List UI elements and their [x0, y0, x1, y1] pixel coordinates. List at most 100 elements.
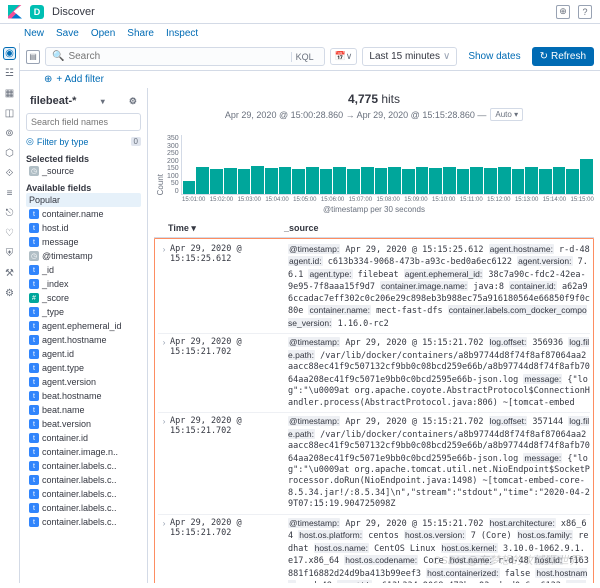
expand-icon[interactable]: ›	[158, 518, 170, 583]
help-icon[interactable]: ?	[578, 5, 592, 19]
field-item[interactable]: tcontainer.labels.c..	[26, 501, 141, 515]
metrics-icon[interactable]: ⟐	[3, 167, 16, 180]
chart-bar[interactable]	[238, 169, 251, 194]
field-item[interactable]: tagent.hostname	[26, 333, 141, 347]
kibana-logo[interactable]	[8, 5, 22, 19]
field-item[interactable]: ◷@timestamp	[26, 249, 141, 263]
expand-icon[interactable]: ›	[158, 337, 170, 409]
discover-icon[interactable]: ◉	[3, 47, 16, 60]
new-button[interactable]: New	[24, 28, 44, 39]
field-item[interactable]: tbeat.version	[26, 417, 141, 431]
field-item[interactable]: tagent.type	[26, 361, 141, 375]
kql-toggle[interactable]: KQL	[291, 52, 318, 62]
chart-bar[interactable]	[498, 167, 511, 194]
chart-bar[interactable]	[539, 169, 552, 194]
query-bar[interactable]: 🔍 KQL	[45, 47, 325, 66]
share-button[interactable]: Share	[127, 28, 154, 39]
newsfeed-icon[interactable]: ⊕	[556, 5, 570, 19]
field-item[interactable]: tcontainer.labels.c..	[26, 473, 141, 487]
field-item[interactable]: tagent.ephemeral_id	[26, 319, 141, 333]
siem-icon[interactable]: ⛨	[3, 247, 16, 260]
chart-bar[interactable]	[196, 167, 209, 194]
chart-bar[interactable]	[361, 167, 374, 194]
field-item[interactable]: tbeat.name	[26, 403, 141, 417]
chart-bar[interactable]	[306, 167, 319, 194]
apm-icon[interactable]: ⎋	[3, 207, 16, 220]
filter-icon: ⊕	[44, 74, 52, 85]
chart-bar[interactable]	[429, 168, 442, 194]
field-item[interactable]: ◷_source	[26, 164, 141, 178]
chart-bar[interactable]	[470, 167, 483, 194]
gear-icon[interactable]: ⚙	[129, 96, 137, 107]
show-dates-button[interactable]: Show dates	[462, 51, 526, 62]
field-item[interactable]: t_index	[26, 277, 141, 291]
field-item[interactable]: tcontainer.name	[26, 207, 141, 221]
field-item[interactable]: tcontainer.labels.c..	[26, 459, 141, 473]
expand-icon[interactable]: ›	[158, 244, 170, 330]
y-axis-label: Count	[154, 174, 167, 195]
refresh-button[interactable]: ↻ Refresh	[532, 47, 594, 66]
chart-bar[interactable]	[512, 169, 525, 194]
index-pattern-select[interactable]: filebeat-*▾⚙	[26, 92, 141, 110]
chart-bar[interactable]	[375, 168, 388, 194]
chart-bar[interactable]	[553, 167, 566, 194]
action-menu: New Save Open Share Inspect	[0, 24, 600, 43]
search-input[interactable]	[68, 51, 286, 62]
chart-bar[interactable]	[388, 167, 401, 194]
chart-bar[interactable]	[279, 167, 292, 194]
field-item[interactable]: tcontainer.id	[26, 431, 141, 445]
chart-bar[interactable]	[320, 169, 333, 194]
chart-bar[interactable]	[416, 167, 429, 194]
logs-icon[interactable]: ≡	[3, 187, 16, 200]
field-item[interactable]: tmessage	[26, 235, 141, 249]
dashboard-icon[interactable]: ▦	[3, 87, 16, 100]
chart-bar[interactable]	[183, 181, 196, 194]
sort-icon[interactable]: ▾	[191, 223, 196, 233]
chart-bar[interactable]	[402, 169, 415, 194]
chart-bar[interactable]	[443, 167, 456, 194]
visualize-icon[interactable]: ☳	[3, 67, 16, 80]
field-item[interactable]: tcontainer.image.n..	[26, 445, 141, 459]
field-item[interactable]: t_type	[26, 305, 141, 319]
field-search-input[interactable]	[26, 113, 141, 131]
add-filter-button[interactable]: + Add filter	[56, 74, 104, 85]
table-header: Time ▾ _source	[154, 220, 594, 238]
field-item[interactable]: tbeat.hostname	[26, 389, 141, 403]
breadcrumb[interactable]: Discover	[52, 6, 95, 18]
field-item[interactable]: tcontainer.labels.c..	[26, 487, 141, 501]
interval-select[interactable]: Auto ▾	[490, 108, 523, 121]
canvas-icon[interactable]: ◫	[3, 107, 16, 120]
field-item[interactable]: t_id	[26, 263, 141, 277]
chart-bar[interactable]	[210, 169, 223, 194]
ml-icon[interactable]: ⬡	[3, 147, 16, 160]
chart-bar[interactable]	[265, 168, 278, 194]
chart-bar[interactable]	[251, 166, 264, 194]
field-item[interactable]: tagent.id	[26, 347, 141, 361]
chart-bar[interactable]	[292, 169, 305, 194]
chart-bar[interactable]	[224, 168, 237, 194]
histogram-chart[interactable]	[181, 135, 594, 195]
filter-by-type[interactable]: ◎ Filter by type 0	[26, 134, 141, 149]
field-item[interactable]: tagent.version	[26, 375, 141, 389]
chart-bar[interactable]	[457, 169, 470, 194]
chart-bar[interactable]	[525, 167, 538, 194]
time-range-select[interactable]: Last 15 minutes∨	[362, 47, 457, 66]
management-icon[interactable]: ⚙	[3, 287, 16, 300]
inspect-button[interactable]: Inspect	[166, 28, 198, 39]
chart-bar[interactable]	[347, 169, 360, 194]
filter-toggle-icon[interactable]: ▤	[26, 50, 40, 64]
uptime-icon[interactable]: ♡	[3, 227, 16, 240]
calendar-icon[interactable]: 📅∨	[330, 48, 358, 65]
field-item[interactable]: #_score	[26, 291, 141, 305]
devtools-icon[interactable]: ⚒	[3, 267, 16, 280]
field-item[interactable]: tcontainer.labels.c..	[26, 515, 141, 529]
chart-bar[interactable]	[484, 168, 497, 194]
maps-icon[interactable]: ⊚	[3, 127, 16, 140]
chart-bar[interactable]	[566, 169, 579, 194]
save-button[interactable]: Save	[56, 28, 79, 39]
expand-icon[interactable]: ›	[158, 416, 170, 511]
chart-bar[interactable]	[333, 167, 346, 194]
open-button[interactable]: Open	[91, 28, 115, 39]
chart-bar[interactable]	[580, 159, 593, 194]
field-item[interactable]: thost.id	[26, 221, 141, 235]
